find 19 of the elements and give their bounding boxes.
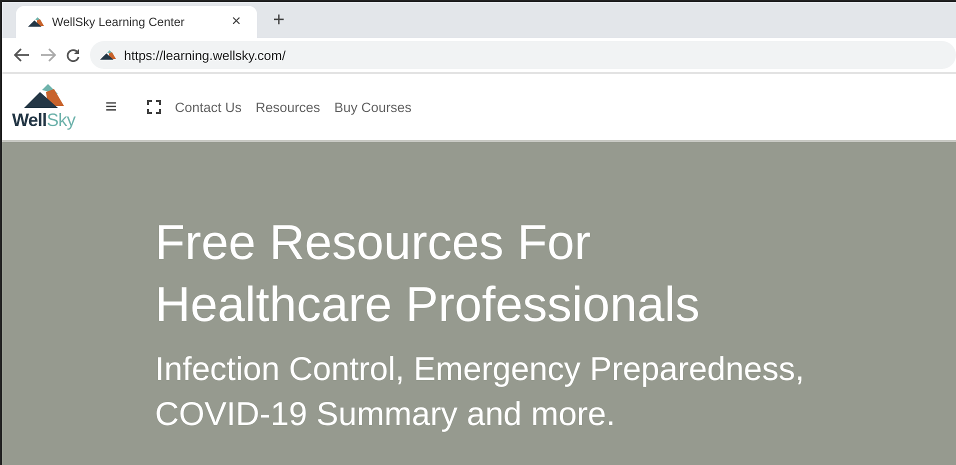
fullscreen-icon[interactable] bbox=[146, 100, 161, 114]
menu-button[interactable]: ≡ bbox=[105, 96, 117, 118]
hero-title-line: Healthcare Professionals bbox=[155, 277, 701, 334]
nav-link[interactable]: Resources bbox=[256, 100, 320, 114]
site-favicon-icon bbox=[100, 50, 116, 60]
new-tab-button[interactable]: + bbox=[267, 8, 291, 32]
back-icon[interactable] bbox=[14, 48, 30, 62]
nav-link[interactable]: Buy Courses bbox=[334, 100, 412, 114]
hero-subtitle-line: Infection Control, Emergency Preparedness, bbox=[155, 349, 806, 389]
hero-title-line: Free Resources For bbox=[155, 215, 592, 272]
close-tab-button[interactable]: × bbox=[228, 13, 245, 31]
wellsky-logo-text: WellSky bbox=[12, 110, 76, 130]
reload-icon[interactable] bbox=[66, 48, 80, 62]
nav-link[interactable]: Contact Us bbox=[174, 100, 242, 114]
browser-tab[interactable]: WellSky Learning Center × bbox=[16, 6, 257, 38]
hero-subtitle-line: COVID-19 Summary and more. bbox=[155, 394, 616, 434]
site-favicon-icon bbox=[28, 17, 44, 27]
mountain-logo-icon bbox=[24, 84, 64, 108]
address-bar[interactable]: https://learning.wellsky.com/ bbox=[90, 41, 956, 69]
